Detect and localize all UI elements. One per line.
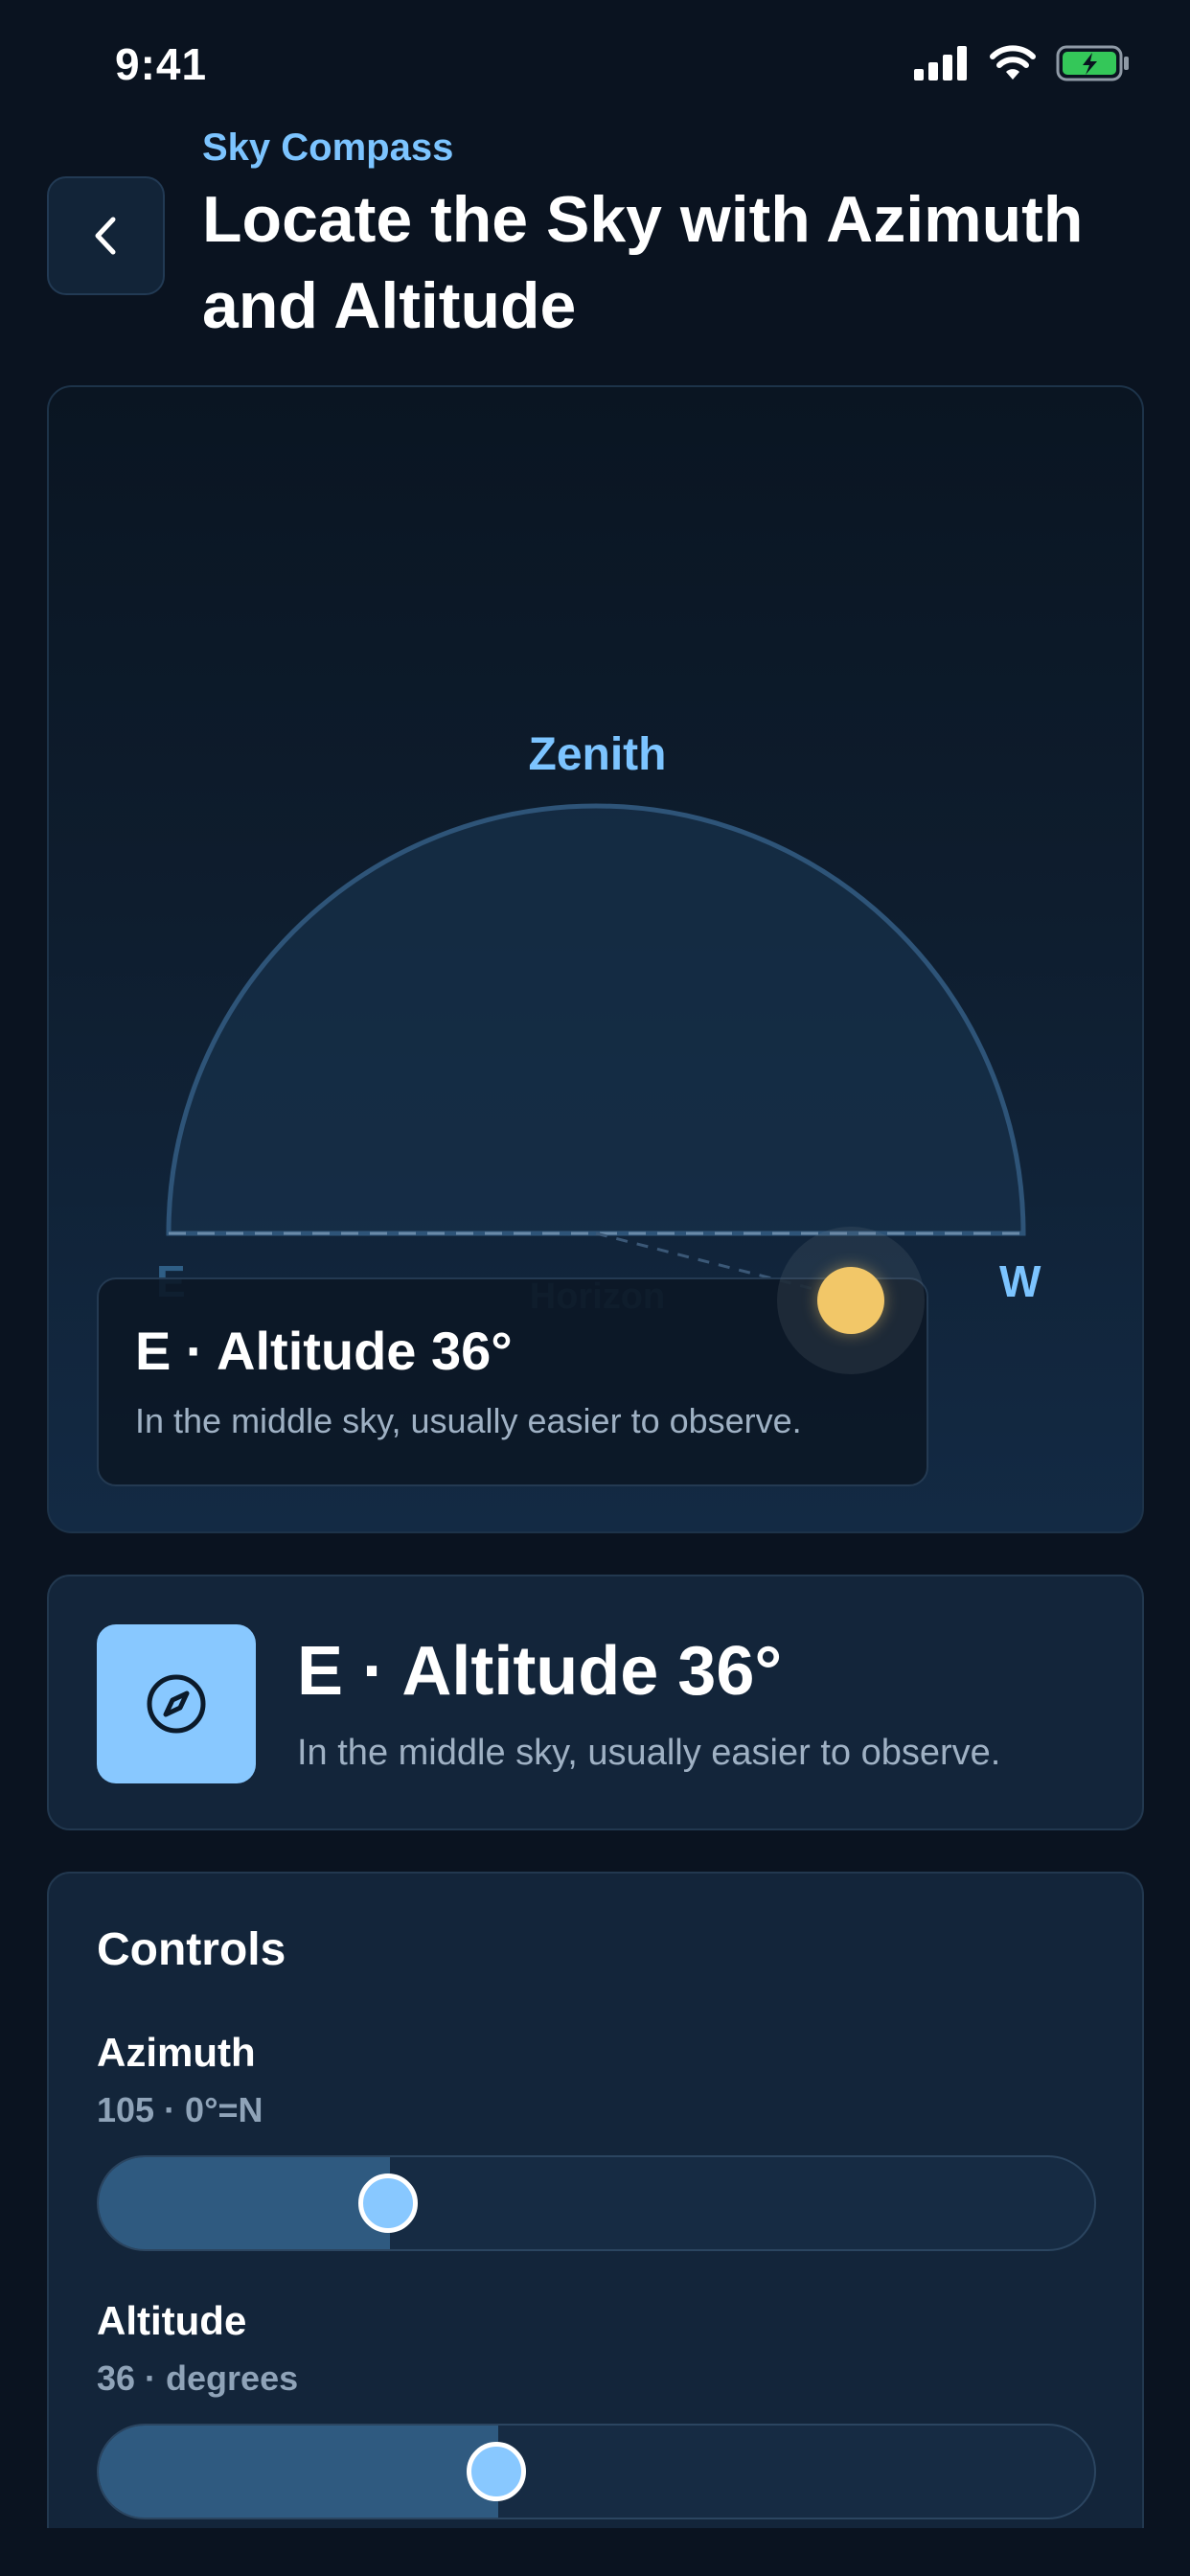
back-button[interactable] xyxy=(47,176,165,295)
screen: 9:41 Sky Compass Locate the Sky with Azi… xyxy=(0,0,1190,2576)
azimuth-slider[interactable] xyxy=(97,2155,1096,2251)
wifi-icon xyxy=(990,45,1036,80)
altitude-label: Altitude xyxy=(97,2298,247,2343)
summary-description: In the middle sky, usually easier to obs… xyxy=(297,1733,1001,1773)
controls-heading: Controls xyxy=(97,1924,286,1975)
cellular-signal-icon xyxy=(914,46,967,80)
altitude-slider-fill xyxy=(99,2426,498,2518)
sky-view-card: Zenith E W Horizon E · Altitude 36° In t… xyxy=(47,385,1144,1533)
status-icons xyxy=(914,44,1131,82)
position-summary-card: E · Altitude 36° In the middle sky, usua… xyxy=(47,1575,1144,1830)
bottom-edge xyxy=(0,2528,1190,2576)
status-time: 9:41 xyxy=(115,39,208,89)
azimuth-slider-thumb[interactable] xyxy=(358,2174,418,2233)
summary-title: E · Altitude 36° xyxy=(297,1633,783,1710)
altitude-slider-thumb[interactable] xyxy=(467,2442,526,2501)
page-title: Locate the Sky with Azimuth and Altitude xyxy=(202,183,1084,342)
sky-dome-arc xyxy=(166,803,1026,1236)
chevron-left-icon xyxy=(95,217,115,255)
controls-card: Controls Azimuth 105 · 0°=N Altitude 36 … xyxy=(47,1872,1144,2576)
azimuth-label: Azimuth xyxy=(97,2030,256,2075)
app-name: Sky Compass xyxy=(202,126,454,169)
altitude-value: 36 · degrees xyxy=(97,2358,299,2398)
overlay-description: In the middle sky, usually easier to obs… xyxy=(135,1401,802,1440)
status-bar: 9:41 xyxy=(0,0,1190,125)
compass-icon-box xyxy=(97,1624,256,1783)
zenith-label: Zenith xyxy=(528,729,667,780)
sun-marker[interactable] xyxy=(817,1267,884,1334)
altitude-slider[interactable] xyxy=(97,2424,1096,2519)
compass-icon xyxy=(147,1674,206,1734)
overlay-title: E · Altitude 36° xyxy=(135,1321,513,1381)
battery-charging-icon xyxy=(1056,45,1129,81)
azimuth-value: 105 · 0°=N xyxy=(97,2090,263,2129)
azimuth-slider-fill xyxy=(99,2157,390,2249)
